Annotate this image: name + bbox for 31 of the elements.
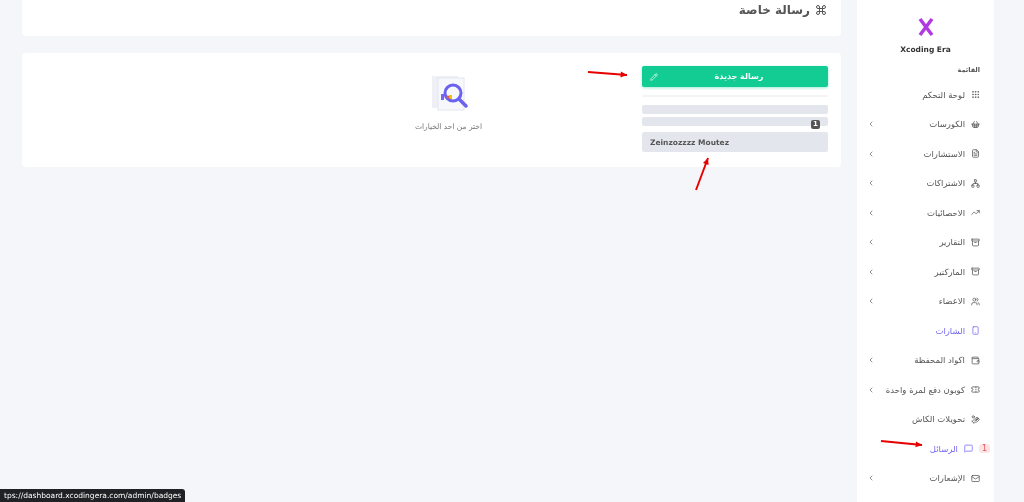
menu-item[interactable]: الاشتراكات [857,168,994,198]
pencil-icon [650,72,658,81]
menu-item[interactable]: تحويلات الكاش [857,404,994,434]
menu-item[interactable]: الإشعارات [857,463,994,493]
count-badge: 1 [978,444,990,454]
hand-icon [971,414,980,424]
basket-icon [971,119,980,129]
menu-item[interactable]: اكواد المحفظة [857,345,994,375]
menu-item[interactable]: الكورسات [857,109,994,139]
menu-item[interactable]: الماركتير [857,257,994,287]
mail-icon [971,473,980,483]
users-icon [971,296,980,306]
archive-icon [971,267,980,277]
document-icon [971,149,980,159]
menu-item[interactable]: الاستشارات [857,139,994,169]
menu-item[interactable]: الشارات [857,316,994,346]
menu-item[interactable]: لوحة التحكم [857,80,994,110]
archive-icon [971,237,980,247]
menu-item[interactable]: كوبون دفع لمرة واحدة [857,375,994,405]
menu-item[interactable]: الاحصائيات [857,198,994,228]
phone-icon [971,326,980,336]
menu-item[interactable]: الاعضاء [857,286,994,316]
page-title: رسالة خاصة [738,0,827,17]
chat-icon [963,444,973,454]
ticket-icon [971,385,980,395]
menu-item[interactable]: التقارير [857,227,994,257]
hierarchy-icon [971,178,980,188]
grid-icon [971,90,980,100]
trend-icon [971,208,980,218]
wallet-icon [971,355,980,365]
command-icon [815,4,827,16]
